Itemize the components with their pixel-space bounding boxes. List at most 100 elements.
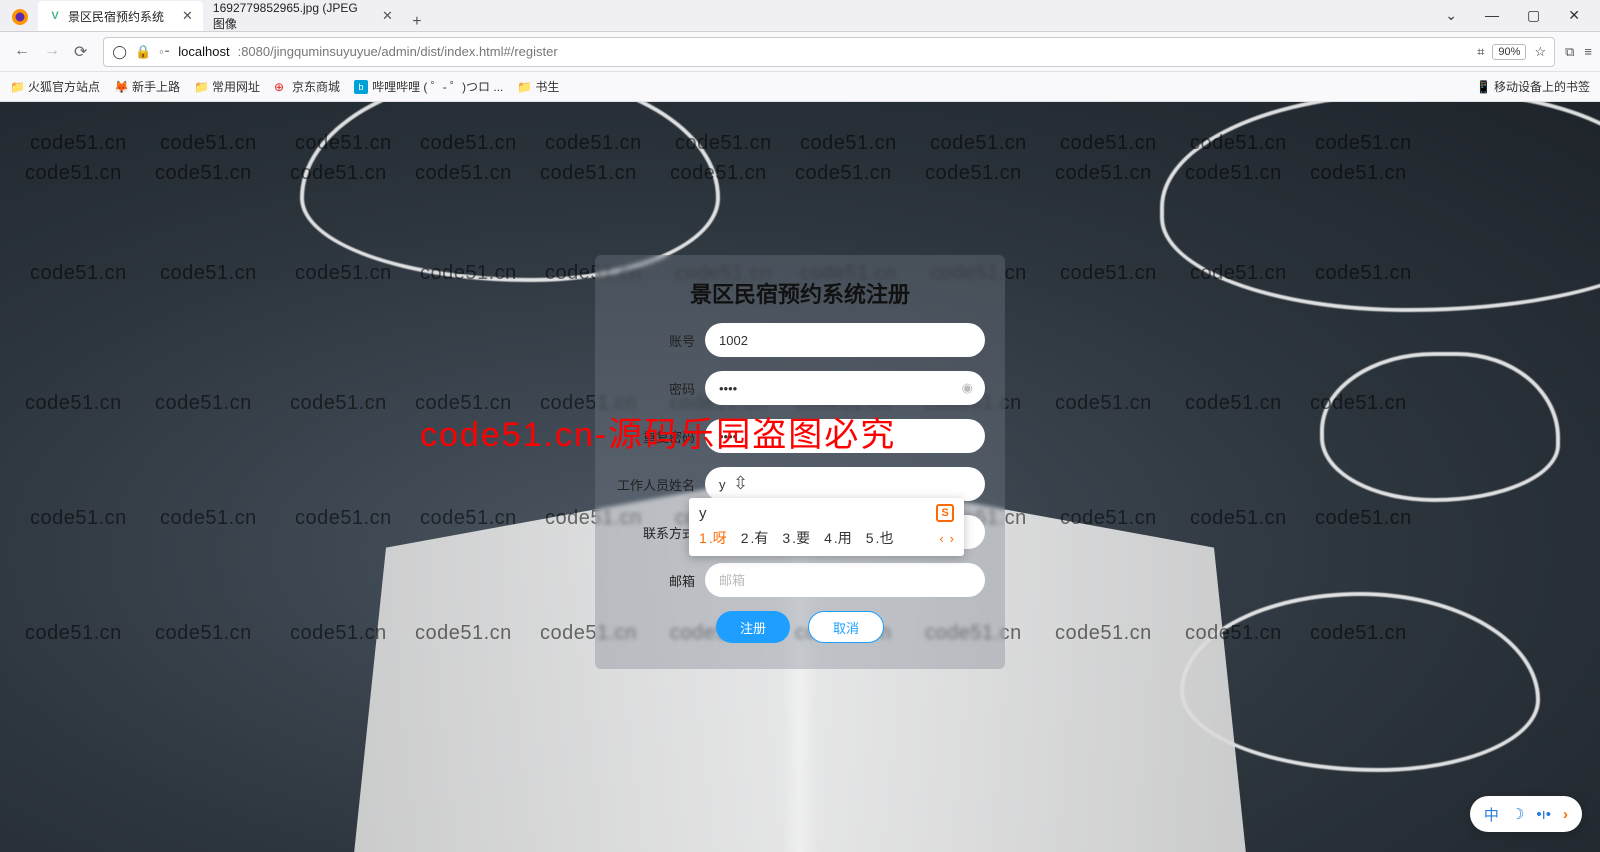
password-input[interactable]: [705, 371, 985, 405]
watermark-text: code51.cn: [30, 262, 127, 285]
nav-reload-button[interactable]: ⟳: [74, 42, 87, 62]
label-password: 密码: [615, 379, 705, 398]
label-staff-name: 工作人员姓名: [615, 475, 705, 494]
ime-lang-toggle[interactable]: 中: [1484, 804, 1499, 825]
label-password-repeat: 重复密码: [615, 427, 705, 446]
app-menu-icon[interactable]: ≡: [1584, 44, 1592, 59]
watermark-text: code51.cn: [290, 622, 387, 645]
bookmark-label: 火狐官方站点: [28, 78, 100, 95]
bookmark-item[interactable]: 🦊新手上路: [114, 78, 180, 95]
label-account: 账号: [615, 331, 705, 350]
ime-status-floater[interactable]: 中 ☽ •ı• ›: [1470, 796, 1582, 832]
ime-candidate-box: y S 1.呀 2.有 3.要 4.用 5.也 ‹ ›: [689, 498, 964, 556]
watermark-text: code51.cn: [25, 392, 122, 415]
ime-candidate[interactable]: 1.呀: [699, 528, 727, 548]
window-maximize-button[interactable]: ▢: [1527, 7, 1540, 24]
label-email: 邮箱: [615, 571, 705, 590]
bookmark-label: 移动设备上的书签: [1494, 78, 1590, 95]
watermark-text: code51.cn: [795, 162, 892, 185]
cancel-button[interactable]: 取消: [808, 611, 884, 643]
jd-icon: ⊕: [274, 80, 288, 94]
register-button[interactable]: 注册: [716, 611, 790, 643]
bookmarks-toolbar: 📁 火狐官方站点 🦊新手上路 📁 常用网址 ⊕ 京东商城 b 哔哩哔哩 ( ゜- ゜)つ…: [0, 72, 1600, 102]
watermark-text: code51.cn: [155, 162, 252, 185]
folder-icon: 📁: [194, 80, 208, 94]
watermark-text: code51.cn: [160, 132, 257, 155]
ime-next-page-icon[interactable]: ›: [950, 531, 954, 546]
url-path: :8080/jingquminsuyuyue/admin/dist/index.…: [238, 44, 558, 59]
extensions-icon[interactable]: ⧉: [1565, 44, 1574, 60]
tab-title: 景区民宿预约系统: [68, 8, 164, 25]
new-tab-button[interactable]: +: [403, 13, 431, 31]
page-content: code51.cn code51.cn code51.cn code51.cn code…: [0, 102, 1600, 852]
sogou-logo-icon: S: [936, 504, 954, 522]
ime-dots-icon[interactable]: •ı•: [1536, 806, 1551, 823]
bilibili-icon: b: [354, 80, 368, 94]
email-input[interactable]: [705, 563, 985, 597]
url-host: localhost: [178, 44, 229, 59]
nav-forward-button[interactable]: →: [44, 42, 60, 62]
password-repeat-input[interactable]: [705, 419, 985, 453]
lock-icon[interactable]: 🔒: [135, 44, 151, 60]
tab-close-icon[interactable]: ✕: [382, 8, 393, 24]
eye-icon[interactable]: ◉: [962, 380, 973, 396]
watermark-text: code51.cn: [295, 262, 392, 285]
watermark-text: code51.cn: [1060, 132, 1157, 155]
bookmark-item[interactable]: 📁 书生: [517, 78, 559, 95]
ime-prev-page-icon[interactable]: ‹: [939, 531, 943, 546]
bookmark-label: 京东商城: [292, 78, 340, 95]
watermark-text: code51.cn: [30, 132, 127, 155]
zoom-level[interactable]: 90%: [1492, 44, 1526, 60]
watermark-text: code51.cn: [295, 507, 392, 530]
watermark-text: code51.cn: [25, 622, 122, 645]
tab-bar: V 景区民宿预约系统 ✕ 1692779852965.jpg (JPEG 图像 …: [0, 0, 1600, 32]
window-chevron-icon[interactable]: ⌄: [1445, 7, 1457, 24]
watermark-text: code51.cn: [930, 132, 1027, 155]
nav-back-button[interactable]: ←: [14, 42, 30, 62]
tab-inactive[interactable]: 1692779852965.jpg (JPEG 图像 ✕: [203, 1, 403, 31]
watermark-text: code51.cn: [1055, 392, 1152, 415]
address-field[interactable]: ◯ 🔒 ◦⁃ localhost:8080/jingquminsuyuyue/a…: [103, 37, 1555, 67]
ime-expand-icon[interactable]: ›: [1563, 806, 1568, 823]
tab-title: 1692779852965.jpg (JPEG 图像: [213, 1, 364, 32]
account-input[interactable]: [705, 323, 985, 357]
bookmark-mobile[interactable]: 📱 移动设备上的书签: [1476, 78, 1590, 95]
vue-favicon-icon: V: [48, 9, 62, 23]
chalk-cloud-decoration: [1320, 352, 1560, 502]
watermark-text: code51.cn: [415, 392, 512, 415]
tab-close-icon[interactable]: ✕: [182, 8, 193, 24]
bookmark-label: 新手上路: [132, 78, 180, 95]
ime-candidate[interactable]: 3.要: [782, 528, 810, 548]
form-title: 景区民宿预约系统注册: [615, 277, 985, 309]
bookmark-star-icon[interactable]: ☆: [1534, 44, 1546, 60]
bookmark-label: 常用网址: [212, 78, 260, 95]
ime-composition: y: [699, 505, 707, 522]
watermark-text: code51.cn: [290, 392, 387, 415]
bookmark-item[interactable]: b 哔哩哔哩 ( ゜- ゜)つロ ...: [354, 78, 503, 95]
bookmark-label: 哔哩哔哩 ( ゜- ゜)つロ ...: [372, 78, 503, 95]
mobile-icon: 📱: [1476, 80, 1490, 94]
bookmark-item[interactable]: 📁 火狐官方站点: [10, 78, 100, 95]
window-controls: ⌄ — ▢ ✕: [1425, 0, 1600, 30]
watermark-text: code51.cn: [160, 507, 257, 530]
bookmark-label: 书生: [535, 78, 559, 95]
ime-candidate[interactable]: 5.也: [866, 528, 894, 548]
firefox-icon[interactable]: [6, 3, 34, 31]
window-close-button[interactable]: ✕: [1568, 7, 1580, 24]
bookmark-item[interactable]: ⊕ 京东商城: [274, 78, 340, 95]
bookmark-item[interactable]: 📁 常用网址: [194, 78, 260, 95]
folder-icon: 📁: [517, 80, 531, 94]
staff-name-input[interactable]: [705, 467, 985, 501]
watermark-text: code51.cn: [1185, 392, 1282, 415]
watermark-text: code51.cn: [1315, 507, 1412, 530]
shield-icon[interactable]: ◯: [112, 44, 127, 60]
folder-icon: 📁: [10, 80, 24, 94]
window-minimize-button[interactable]: —: [1485, 7, 1499, 23]
moon-icon[interactable]: ☽: [1511, 805, 1524, 823]
watermark-text: code51.cn: [160, 262, 257, 285]
ime-candidate[interactable]: 4.用: [824, 528, 852, 548]
watermark-text: code51.cn: [1055, 162, 1152, 185]
tab-active[interactable]: V 景区民宿预约系统 ✕: [38, 1, 203, 31]
ime-candidate[interactable]: 2.有: [741, 528, 769, 548]
qr-icon[interactable]: ⌗: [1477, 44, 1484, 60]
